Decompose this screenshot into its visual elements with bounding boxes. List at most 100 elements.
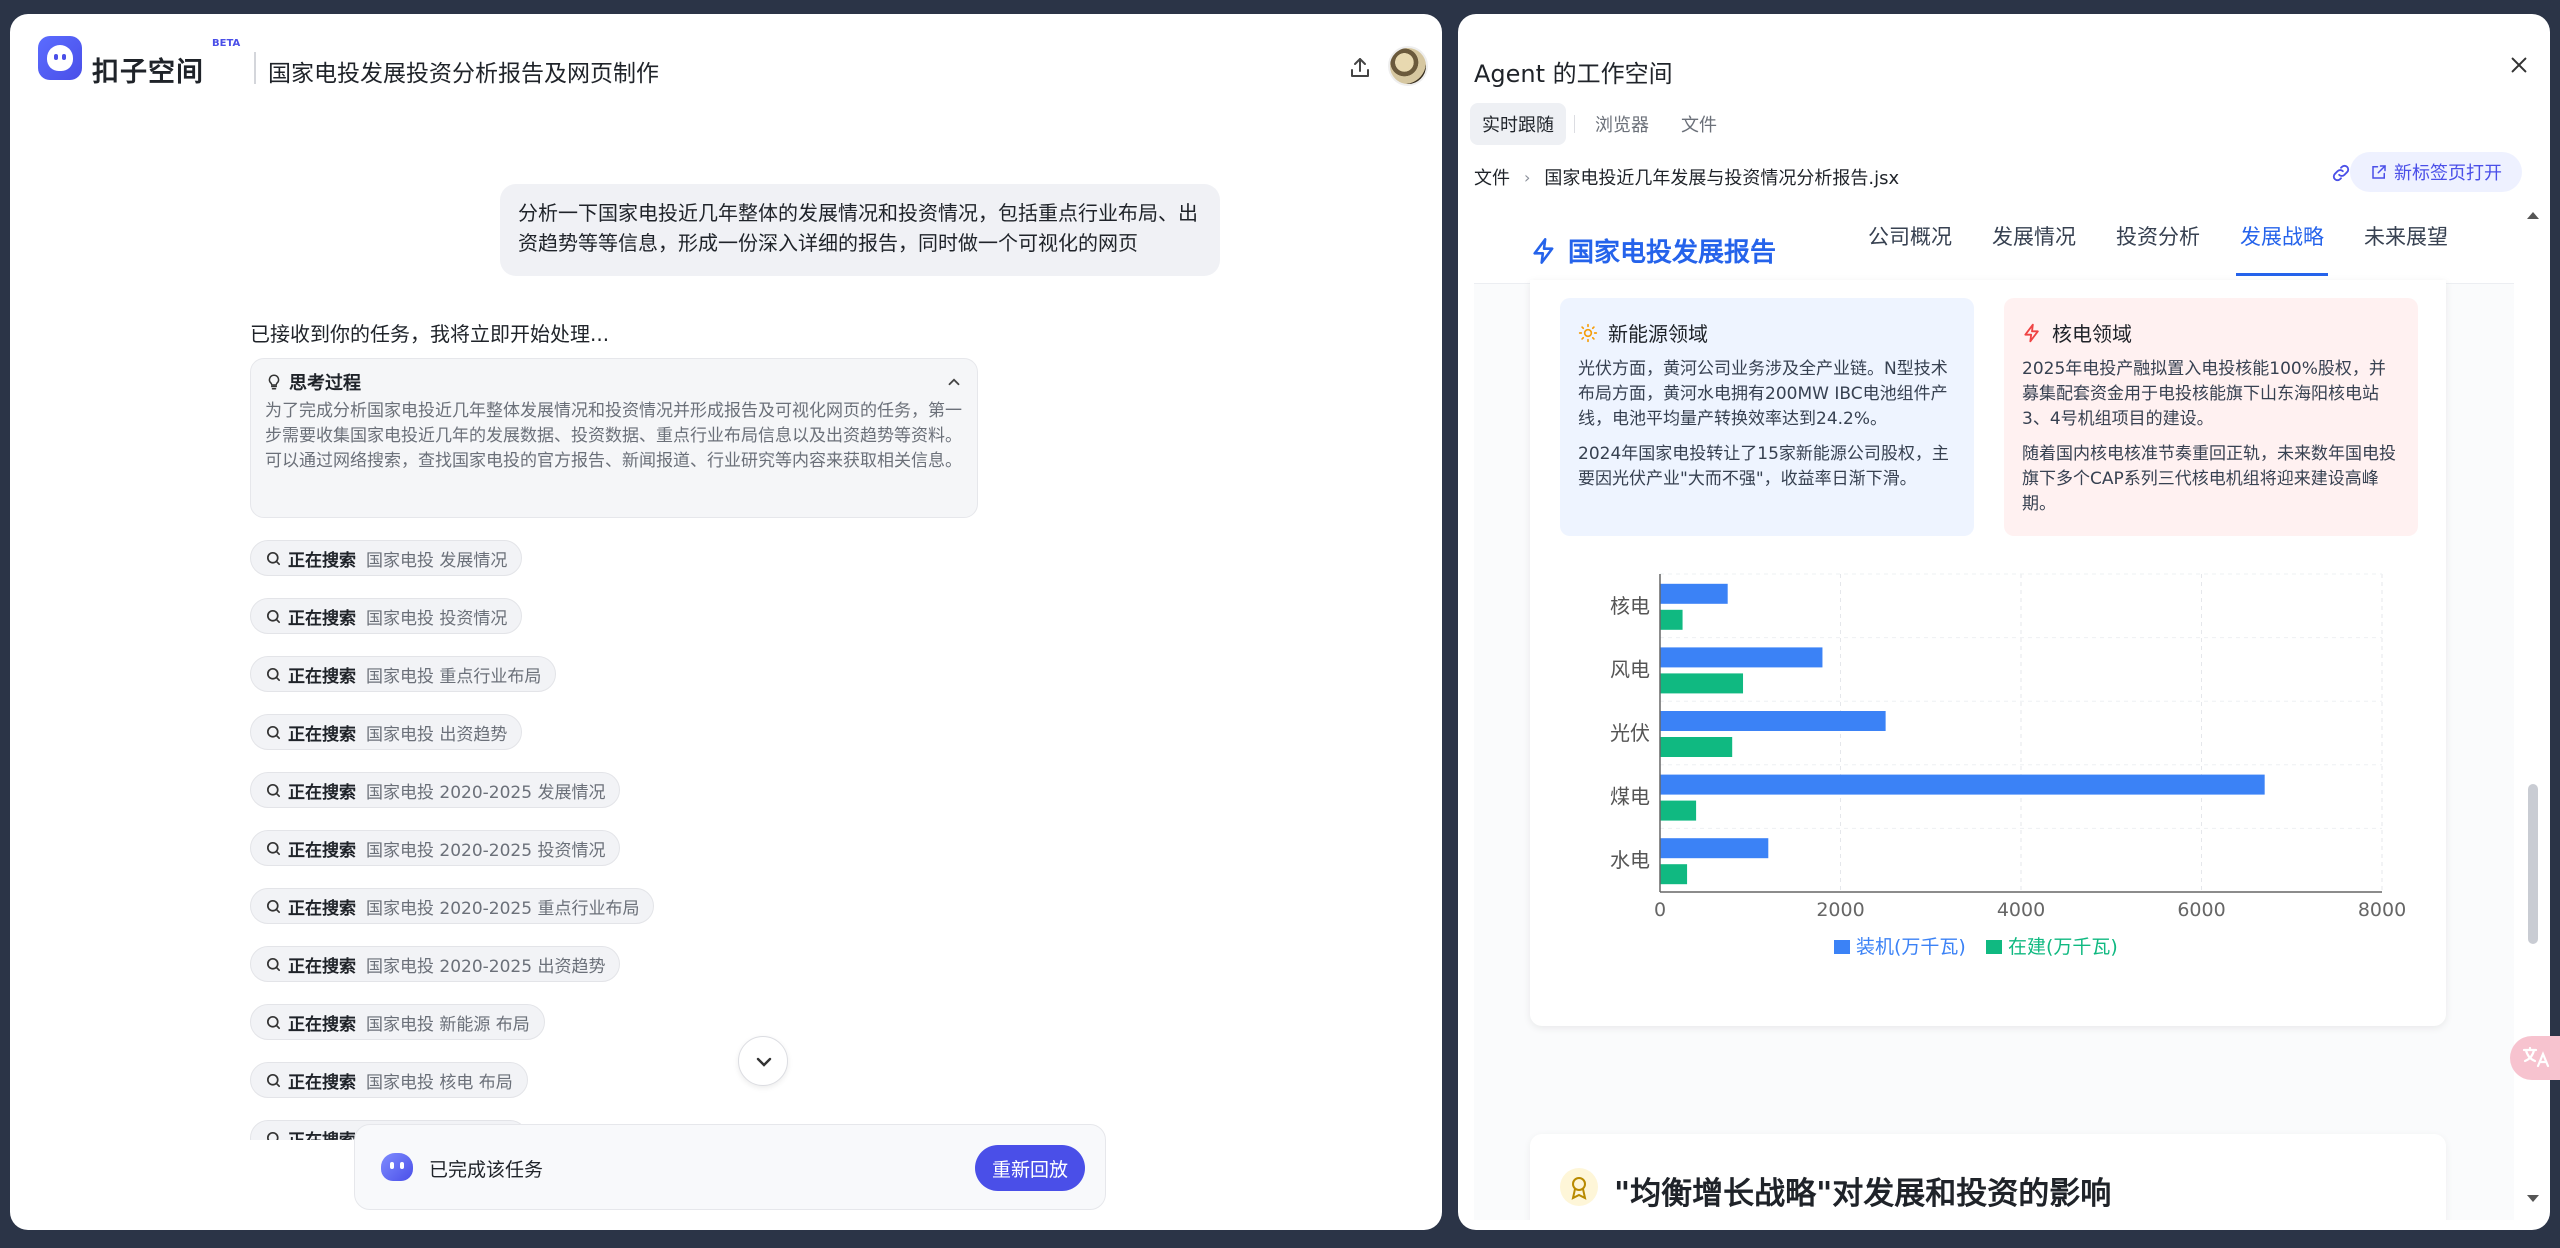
nuclear-box: 核电领域 2025年电投产融拟置入电投核能100%股权，并募集配套资金用于电投核…	[2004, 298, 2418, 536]
search-step: 正在搜索 国家电投 2020-2025 发展情况	[250, 772, 850, 830]
chevron-right-icon: ›	[1524, 167, 1531, 187]
report-logo-text: 国家电投发展报告	[1568, 238, 1777, 268]
x-tick-label: 4000	[1997, 899, 2045, 921]
bar-installed	[1660, 838, 1769, 859]
workspace-panel: Agent 的工作空间 实时跟随 浏览器 文件 文件 › 国家电投近几年发展与投…	[1458, 14, 2550, 1230]
conversation-title: 国家电投发展投资分析报告及网页制作	[268, 61, 659, 87]
search-chip[interactable]: 正在搜索 国家电投 新能源 布局	[250, 1004, 545, 1040]
search-status: 正在搜索	[288, 550, 356, 571]
open-new-tab-label: 新标签页打开	[2394, 163, 2502, 184]
search-icon	[266, 551, 281, 565]
nav-development[interactable]: 发展情况	[1992, 210, 2076, 284]
y-tick-label: 核电	[1610, 594, 1650, 618]
translate-icon	[2522, 1046, 2550, 1068]
close-icon[interactable]	[2508, 54, 2530, 76]
scroll-down-arrow-icon[interactable]	[2526, 1194, 2540, 1204]
bar-under-construction	[1660, 800, 1697, 821]
translate-float-button[interactable]	[2510, 1036, 2560, 1080]
nuclear-text-1: 2025年电投产融拟置入电投核能100%股权，并募集配套资金用于电投核能旗下山东…	[2022, 359, 2386, 429]
bar-installed	[1660, 774, 2265, 795]
header-divider	[254, 52, 256, 84]
thinking-panel[interactable]: 思考过程 为了完成分析国家电投近几年整体发展情况和投资情况并形成报告及可视化网页…	[250, 358, 978, 518]
search-step: 正在搜索 国家电投 发展情况	[250, 540, 850, 598]
nav-investment[interactable]: 投资分析	[2116, 210, 2200, 284]
search-query: 国家电投 2020-2025 出资趋势	[366, 956, 606, 977]
replay-button[interactable]: 重新回放	[975, 1145, 1085, 1191]
search-icon	[266, 1015, 281, 1029]
avatar[interactable]	[1388, 46, 1428, 86]
search-icon	[266, 783, 281, 797]
lightning-icon	[1533, 237, 1554, 264]
legend-label: 装机(万千瓦)	[1856, 936, 1966, 958]
search-icon	[266, 609, 281, 623]
assistant-ack: 已接收到你的任务，我将立即开始处理...	[250, 322, 610, 346]
breadcrumb-root[interactable]: 文件	[1474, 164, 1510, 190]
search-query: 国家电投 2020-2025 重点行业布局	[366, 898, 640, 919]
report-nav-links: 公司概况 发展情况 投资分析 发展战略 未来展望	[1868, 210, 2488, 284]
task-status-text: 已完成该任务	[429, 1159, 544, 1181]
nav-company-overview[interactable]: 公司概况	[1868, 210, 1952, 284]
link-icon[interactable]	[2330, 162, 2352, 184]
tab-live-follow[interactable]: 实时跟随	[1470, 103, 1566, 145]
nav-outlook[interactable]: 未来展望	[2364, 210, 2448, 284]
search-query: 国家电投 核电 布局	[366, 1072, 513, 1093]
search-query: 国家电投 2020-2025 发展情况	[366, 782, 606, 803]
legend-swatch	[1986, 940, 2002, 954]
thinking-header[interactable]: 思考过程	[265, 369, 963, 395]
lightbulb-icon	[268, 374, 280, 390]
section-title: "均衡增长战略"对发展和投资的影响	[1614, 1176, 2112, 1212]
search-status: 正在搜索	[288, 724, 356, 745]
bar-installed	[1660, 711, 1886, 731]
search-chip[interactable]: 正在搜索 国家电投 出资趋势	[250, 714, 523, 750]
scroll-up-arrow-icon[interactable]	[2526, 210, 2540, 220]
open-new-tab-button[interactable]: 新标签页打开	[2350, 152, 2522, 192]
search-step: 正在搜索 国家电投 2020-2025 重点行业布局	[250, 888, 850, 946]
workspace-tabs: 实时跟随 浏览器 文件	[1470, 103, 1737, 145]
scroll-down-button[interactable]	[738, 1036, 788, 1086]
breadcrumb-file: 国家电投近几年发展与投资情况分析报告.jsx	[1544, 168, 1900, 189]
search-step: 正在搜索 国家电投 2020-2025 出资趋势	[250, 946, 850, 1004]
search-chip[interactable]: 正在搜索 国家电投 投资情况	[250, 598, 523, 634]
search-query: 国家电投 投资情况	[366, 608, 508, 629]
search-chip[interactable]: 正在搜索 国家电投 2020-2025 发展情况	[250, 772, 621, 808]
preview-scrollbar[interactable]	[2528, 784, 2538, 944]
chat-header: 扣子空间 BETA 国家电投发展投资分析报告及网页制作	[10, 14, 1442, 98]
bar-installed	[1660, 583, 1728, 604]
search-chip[interactable]: 正在搜索 国家电投 重点行业布局	[250, 656, 557, 692]
search-query: 国家电投 重点行业布局	[366, 666, 542, 687]
legend-label: 在建(万千瓦)	[2008, 936, 2118, 958]
capacity-bar-chart: 0 2000 4000 6000 8000 核电风电光伏煤电水电装机(万千瓦) 在建(万千瓦…	[1610, 573, 2406, 958]
search-icon	[266, 1131, 279, 1140]
search-chip[interactable]: 正在搜索 国家电投 发展情况	[250, 540, 523, 576]
bar-installed	[1660, 647, 1823, 668]
search-icon	[266, 841, 281, 855]
tab-files[interactable]: 文件	[1669, 103, 1729, 145]
search-query: 国家电投 2020-2025 投资情况	[366, 840, 606, 861]
nuclear-title: 核电领域	[2052, 322, 2132, 346]
logo-icon[interactable]	[38, 36, 82, 80]
search-chip[interactable]: 正在搜索 国家电投 核电 布局	[250, 1062, 528, 1098]
chevron-down-icon	[756, 1057, 772, 1067]
report-logo[interactable]: 国家电投发展报告	[1530, 232, 1776, 269]
y-tick-label: 光伏	[1610, 721, 1650, 745]
nav-strategy[interactable]: 发展战略	[2236, 210, 2328, 284]
search-status: 正在搜索	[288, 1126, 356, 1141]
bar-under-construction	[1660, 864, 1688, 885]
x-tick-label: 8000	[2358, 899, 2406, 921]
y-tick-label: 水电	[1610, 848, 1650, 872]
search-status: 正在搜索	[288, 782, 356, 803]
search-chip[interactable]: 正在搜索 国家电投 2020-2025 重点行业布局	[250, 888, 655, 924]
search-step: 正在搜索 国家电投 2020-2025 投资情况	[250, 830, 850, 888]
y-tick-label: 风电	[1610, 657, 1650, 681]
chevron-up-icon[interactable]	[945, 373, 963, 391]
search-chip[interactable]: 正在搜索 国家电投 2020-2025 出资趋势	[250, 946, 621, 982]
y-tick-label: 煤电	[1610, 785, 1650, 809]
search-chip[interactable]: 正在搜索 国家电投 2020-2025 投资情况	[250, 830, 621, 866]
search-status: 正在搜索	[288, 1072, 356, 1093]
new-energy-text-1: 光伏方面，黄河公司业务涉及全产业链。N型技术布局方面，黄河水电拥有200MW I…	[1578, 359, 1948, 429]
bar-under-construction	[1660, 609, 1683, 630]
brand-name[interactable]: 扣子空间	[92, 50, 204, 89]
report-navbar: 国家电投发展报告 公司概况 发展情况 投资分析 发展战略 未来展望	[1474, 210, 2514, 284]
share-icon[interactable]	[1348, 56, 1372, 80]
tab-browser[interactable]: 浏览器	[1583, 103, 1661, 145]
